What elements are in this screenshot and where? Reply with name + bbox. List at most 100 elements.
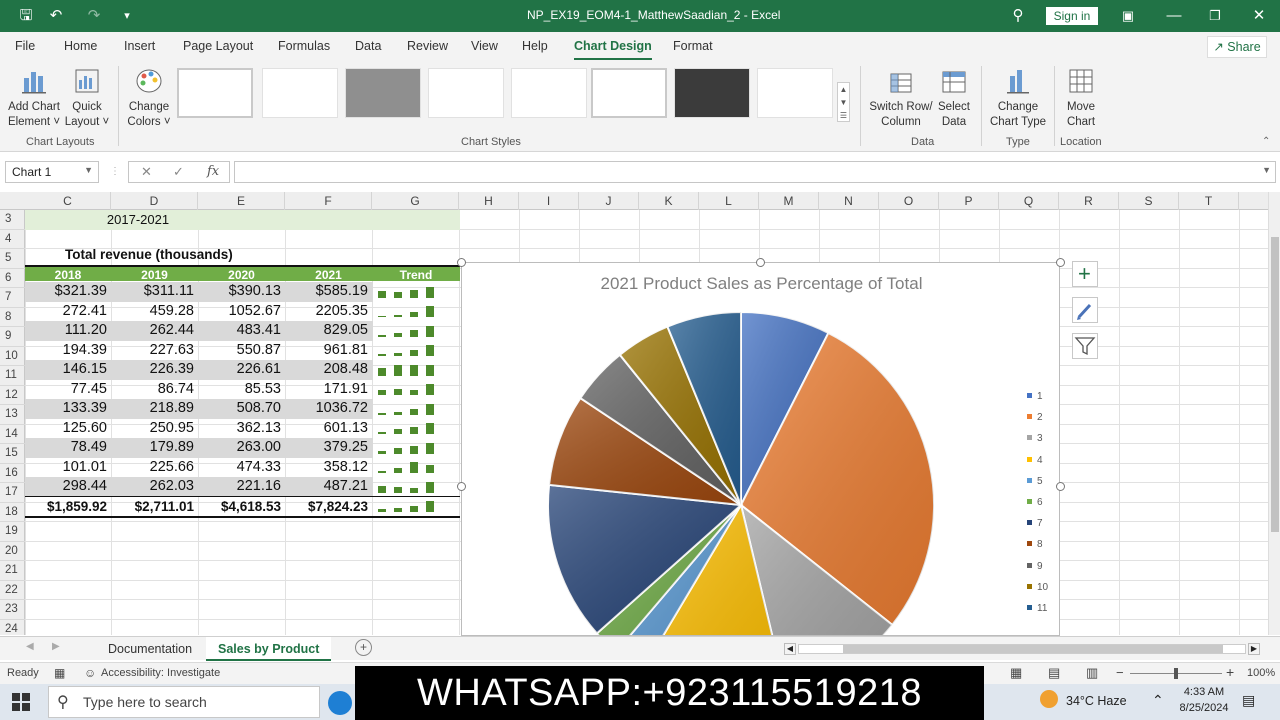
expand-formula-icon[interactable]: ▼ [1262,165,1271,175]
sign-in-button[interactable]: Sign in [1046,7,1098,25]
table-cell[interactable]: 133.39 [25,399,111,419]
table-cell[interactable]: 1052.67 [198,302,285,322]
legend-item-10[interactable]: 10 [1027,582,1048,594]
legend-item-3[interactable]: 3 [1027,433,1043,445]
legend-item-9[interactable]: 9 [1027,561,1043,573]
table-cell[interactable]: 263.00 [198,438,285,458]
accessibility-status[interactable]: Accessibility: Investigate [101,667,220,679]
resize-handle[interactable] [457,482,466,491]
table-cell[interactable]: 218.89 [111,399,198,419]
chart-elements-button[interactable]: + [1072,261,1098,287]
cancel-icon[interactable]: ✕ [141,164,152,180]
page-layout-view-icon[interactable]: ▤ [1048,665,1060,681]
vertical-scrollbar[interactable] [1268,192,1280,635]
table-cell[interactable]: 171.91 [285,380,372,400]
row-header-3[interactable]: 3 [0,210,25,230]
table-cell[interactable]: 146.15 [25,360,111,380]
table-cell[interactable]: 474.33 [198,458,285,478]
trend-sparkline[interactable] [378,321,456,341]
legend-item-6[interactable]: 6 [1027,497,1043,509]
legend-item-11[interactable]: 11 [1027,603,1047,615]
row-header-13[interactable]: 13 [0,405,25,425]
table-cell[interactable]: $390.13 [198,282,285,302]
trend-sparkline[interactable] [378,497,456,517]
table-cell[interactable]: 550.87 [198,341,285,361]
weather-icon[interactable] [1040,690,1058,708]
chevron-up-icon[interactable]: ⌃ [1152,692,1164,709]
trend-sparkline[interactable] [378,438,456,458]
chart-style-1[interactable] [177,68,253,118]
column-header-S[interactable]: S [1119,192,1179,210]
taskbar-search-box[interactable]: ⚲ Type here to search [48,686,320,718]
row-header-21[interactable]: 21 [0,561,25,581]
change-colors-button[interactable]: Change Colors ˅ [124,66,174,130]
chart-style-2[interactable] [262,68,338,118]
add-chart-element-button[interactable]: Add Chart Element ˅ [6,66,62,130]
table-cell[interactable]: 2205.35 [285,302,372,322]
insert-function-icon[interactable]: fx [207,164,219,179]
table-cell[interactable]: 208.48 [285,360,372,380]
sheet-tab-sales-by-product[interactable]: Sales by Product [206,637,332,661]
horizontal-scrollbar[interactable] [798,644,1246,654]
macro-icon[interactable]: ▦ [54,666,65,680]
change-chart-type-button[interactable]: Change Chart Type [986,66,1050,130]
row-header-22[interactable]: 22 [0,581,25,600]
table-cell[interactable]: 508.70 [198,399,285,419]
chart-style-8[interactable] [757,68,833,118]
column-header-I[interactable]: I [519,192,579,210]
row-header-23[interactable]: 23 [0,600,25,620]
zoom-out-icon[interactable]: − [1116,665,1124,680]
minimize-icon[interactable]: — [1164,6,1184,26]
column-header-F[interactable]: F [285,192,372,210]
total-cell[interactable]: $2,711.01 [111,497,198,517]
tab-formulas[interactable]: Formulas [278,39,330,53]
zoom-in-icon[interactable]: + [1226,664,1234,680]
table-cell[interactable]: $585.19 [285,282,372,302]
vertical-scroll-thumb[interactable] [1271,237,1279,532]
total-cell[interactable]: $1,859.92 [25,497,111,517]
trend-sparkline[interactable] [378,360,456,380]
row-header-11[interactable]: 11 [0,366,25,386]
chart-filters-button[interactable] [1072,333,1098,359]
table-cell[interactable]: 226.61 [198,360,285,380]
switch-row-column-button[interactable]: Switch Row/ Column [866,66,936,130]
column-header-C[interactable]: C [25,192,111,210]
windows-start-icon[interactable] [12,693,30,711]
clock-date[interactable]: 8/25/2024 [1174,702,1234,714]
trend-sparkline[interactable] [378,341,456,361]
row-header-15[interactable]: 15 [0,444,25,464]
row-header-8[interactable]: 8 [0,308,25,327]
table-cell[interactable]: 101.01 [25,458,111,478]
chart-style-7[interactable] [674,68,750,118]
legend-item-8[interactable]: 8 [1027,539,1043,551]
column-header-R[interactable]: R [1059,192,1119,210]
add-sheet-icon[interactable]: + [355,639,372,656]
table-cell[interactable]: $311.11 [111,282,198,302]
row-header-19[interactable]: 19 [0,522,25,542]
legend-item-7[interactable]: 7 [1027,518,1043,530]
legend-item-5[interactable]: 5 [1027,476,1043,488]
trend-sparkline[interactable] [378,380,456,400]
tab-file[interactable]: File [15,39,35,53]
horizontal-scroll-thumb[interactable] [843,645,1223,653]
chart-style-6[interactable] [591,68,667,118]
name-box[interactable]: Chart 1 ▼ [5,161,99,183]
column-header-O[interactable]: O [879,192,939,210]
chart-style-4[interactable] [428,68,504,118]
trend-sparkline[interactable] [378,419,456,439]
legend-item-1[interactable]: 1 [1027,391,1043,403]
tab-chart-design[interactable]: Chart Design [574,39,652,60]
total-cell[interactable]: $7,824.23 [285,497,372,517]
tab-help[interactable]: Help [522,39,548,53]
tab-data[interactable]: Data [355,39,381,53]
table-cell[interactable]: 262.03 [111,477,198,497]
column-header-L[interactable]: L [699,192,759,210]
chart-style-3[interactable] [345,68,421,118]
table-cell[interactable]: 227.63 [111,341,198,361]
row-header-10[interactable]: 10 [0,347,25,366]
normal-view-icon[interactable]: ▦ [1010,665,1022,681]
scroll-right-icon[interactable]: ▶ [52,641,60,652]
collapse-ribbon-icon[interactable]: ⌃ [1262,136,1270,147]
restore-icon[interactable]: ❐ [1205,6,1225,26]
table-cell[interactable]: 225.66 [111,458,198,478]
